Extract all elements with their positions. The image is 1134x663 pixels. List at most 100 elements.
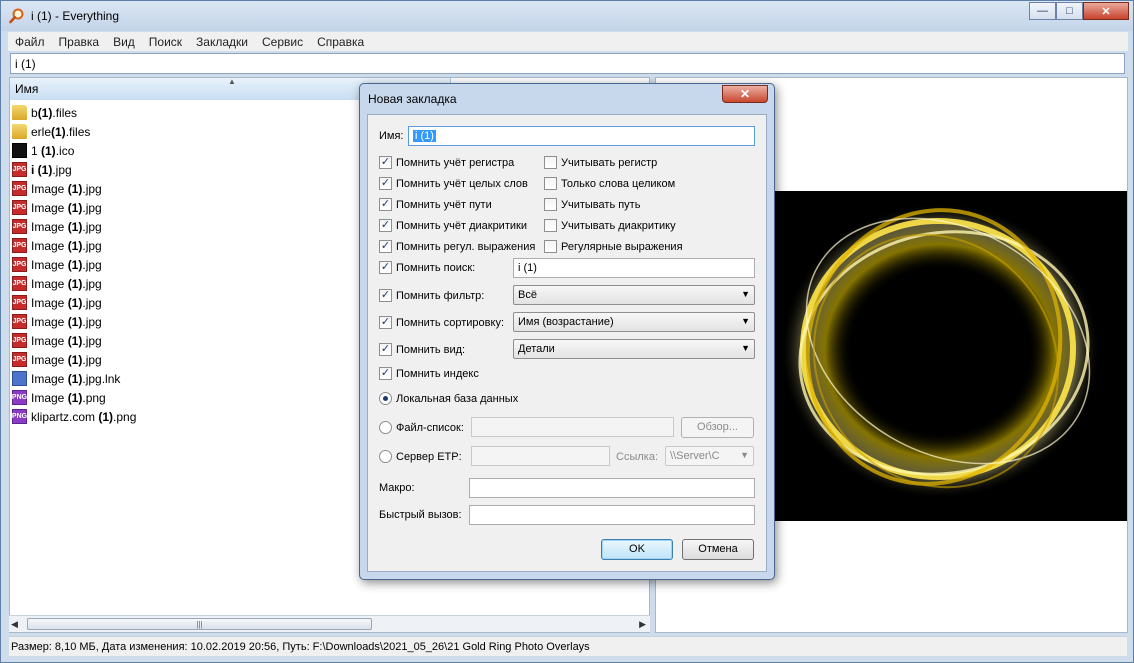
jpg-file-icon: JPG bbox=[12, 162, 27, 177]
checkmark-icon: ✓ bbox=[379, 289, 392, 302]
menu-tools[interactable]: Сервис bbox=[255, 35, 310, 49]
option-label: Помнить учёт целых слов bbox=[396, 177, 528, 190]
checkmark-icon: ✓ bbox=[379, 240, 392, 253]
file-name: i (1).jpg bbox=[31, 162, 72, 177]
file-list-input[interactable] bbox=[471, 417, 674, 437]
shortcut-file-icon bbox=[12, 371, 27, 386]
file-name: Image (1).jpg.lnk bbox=[31, 371, 121, 386]
search-option-checkbox[interactable]: Учитывать диакритику bbox=[544, 219, 676, 232]
dialog-close-button[interactable]: ✕ bbox=[722, 85, 768, 103]
minimize-button[interactable]: — bbox=[1029, 2, 1056, 20]
sort-select[interactable]: Имя (возрастание) ▼ bbox=[513, 312, 755, 332]
remember-option-checkbox[interactable]: ✓ Помнить учёт пути bbox=[379, 198, 492, 211]
option-label: Учитывать регистр bbox=[561, 156, 658, 169]
ok-button[interactable]: OK bbox=[601, 539, 673, 560]
view-select-value: Детали bbox=[518, 343, 555, 355]
search-input[interactable]: i (1) bbox=[10, 53, 1125, 74]
dialog-body: Имя: i (1) ✓ Помнить учёт регистра ✓ Помнит… bbox=[367, 114, 767, 572]
cancel-button[interactable]: Отмена bbox=[682, 539, 754, 560]
png-file-icon: PNG bbox=[12, 409, 27, 424]
chevron-down-icon: ▼ bbox=[741, 343, 750, 353]
window-title: i (1) - Everything bbox=[31, 9, 120, 23]
remember-filter-label: Помнить фильтр: bbox=[396, 289, 485, 302]
jpg-file-icon: JPG bbox=[12, 333, 27, 348]
search-option-checkbox[interactable]: Учитывать путь bbox=[544, 198, 640, 211]
macro-label: Макро: bbox=[379, 482, 415, 494]
jpg-file-icon: JPG bbox=[12, 295, 27, 310]
local-database-radio[interactable]: Локальная база данных bbox=[379, 392, 518, 405]
file-name: Image (1).jpg bbox=[31, 314, 102, 329]
png-file-icon: PNG bbox=[12, 390, 27, 405]
remember-option-checkbox[interactable]: ✓ Помнить учёт диакритики bbox=[379, 219, 527, 232]
jpg-file-icon: JPG bbox=[12, 238, 27, 253]
menu-search[interactable]: Поиск bbox=[142, 35, 189, 49]
remember-index-checkbox[interactable]: ✓ Помнить индекс bbox=[379, 367, 479, 380]
status-bar: Размер: 8,10 МБ, Дата изменения: 10.02.2… bbox=[9, 636, 1127, 656]
option-label: Помнить учёт регистра bbox=[396, 156, 515, 169]
option-label: Помнить учёт диакритики bbox=[396, 219, 527, 232]
remember-filter-checkbox[interactable]: ✓ Помнить фильтр: bbox=[379, 289, 484, 302]
horizontal-scrollbar[interactable]: ◀ ||| ▶ bbox=[9, 615, 650, 632]
remember-search-checkbox[interactable]: ✓ Помнить поиск: bbox=[379, 261, 475, 274]
browse-button[interactable]: Обзор... bbox=[681, 417, 754, 438]
checkmark-icon: ✓ bbox=[379, 177, 392, 190]
file-name: Image (1).jpg bbox=[31, 257, 102, 272]
checkmark-icon: ✓ bbox=[379, 343, 392, 356]
remember-index-label: Помнить индекс bbox=[396, 367, 479, 380]
search-option-checkbox[interactable]: Только слова целиком bbox=[544, 177, 675, 190]
local-database-label: Локальная база данных bbox=[396, 392, 519, 405]
close-button[interactable]: ✕ bbox=[1083, 2, 1129, 20]
option-label: Учитывать путь bbox=[561, 198, 641, 211]
bookmark-name-input[interactable]: i (1) bbox=[408, 126, 755, 146]
checkbox-empty-icon bbox=[544, 198, 557, 211]
search-option-checkbox[interactable]: Регулярные выражения bbox=[544, 240, 683, 253]
option-label: Регулярные выражения bbox=[561, 240, 683, 253]
view-select[interactable]: Детали ▼ bbox=[513, 339, 755, 359]
file-name: b(1).files bbox=[31, 105, 78, 120]
jpg-file-icon: JPG bbox=[12, 314, 27, 329]
ftp-server-label: Сервер ETP: bbox=[396, 450, 462, 463]
search-option-checkbox[interactable]: Учитывать регистр bbox=[544, 156, 657, 169]
menu-view[interactable]: Вид bbox=[106, 35, 142, 49]
remember-option-checkbox[interactable]: ✓ Помнить учёт регистра bbox=[379, 156, 514, 169]
option-label: Помнить регул. выражения bbox=[396, 240, 536, 253]
file-list-radio[interactable]: Файл-список: bbox=[379, 421, 464, 434]
file-list-label: Файл-список: bbox=[396, 421, 464, 434]
menu-edit[interactable]: Правка bbox=[52, 35, 107, 49]
checkmark-icon: ✓ bbox=[379, 156, 392, 169]
maximize-button[interactable]: □ bbox=[1056, 2, 1083, 20]
remember-option-checkbox[interactable]: ✓ Помнить регул. выражения bbox=[379, 240, 535, 253]
search-magnifier-icon bbox=[9, 8, 24, 24]
new-bookmark-dialog: Новая закладка ✕ Имя: i (1) ✓ Помнить учё… bbox=[359, 83, 775, 580]
name-label: Имя: bbox=[379, 130, 404, 142]
remember-sort-checkbox[interactable]: ✓ Помнить сортировку: bbox=[379, 316, 504, 329]
file-name: 1 (1).ico bbox=[31, 143, 75, 158]
scrollbar-thumb[interactable]: ||| bbox=[27, 618, 372, 630]
preview-image bbox=[768, 191, 1127, 521]
dialog-title: Новая закладка bbox=[368, 92, 457, 106]
filter-select[interactable]: Всё ▼ bbox=[513, 285, 755, 305]
checkbox-empty-icon bbox=[544, 219, 557, 232]
checkmark-icon: ✓ bbox=[379, 316, 392, 329]
menu-help[interactable]: Справка bbox=[310, 35, 371, 49]
scroll-right-icon[interactable]: ▶ bbox=[639, 619, 646, 630]
remember-option-checkbox[interactable]: ✓ Помнить учёт целых слов bbox=[379, 177, 528, 190]
ftp-server-input[interactable] bbox=[471, 446, 610, 466]
option-label: Учитывать диакритику bbox=[561, 219, 676, 232]
link-select-value: \\Server\C bbox=[670, 450, 720, 462]
bookmark-name-value: i (1) bbox=[413, 130, 436, 142]
radio-selected-icon bbox=[379, 392, 392, 405]
remember-search-input[interactable]: i (1) bbox=[513, 258, 755, 278]
menu-file[interactable]: Файл bbox=[8, 35, 52, 49]
ftp-server-radio[interactable]: Сервер ETP: bbox=[379, 450, 462, 463]
menu-bookmarks[interactable]: Закладки bbox=[189, 35, 255, 49]
remember-sort-label: Помнить сортировку: bbox=[396, 316, 505, 329]
remember-view-checkbox[interactable]: ✓ Помнить вид: bbox=[379, 343, 465, 356]
folder-icon bbox=[12, 105, 27, 120]
scroll-left-icon[interactable]: ◀ bbox=[11, 619, 18, 630]
macro-input[interactable] bbox=[469, 478, 755, 498]
title-bar[interactable]: i (1) - Everything — □ ✕ bbox=[1, 1, 1133, 31]
checkbox-empty-icon bbox=[544, 177, 557, 190]
hotkey-input[interactable] bbox=[469, 505, 755, 525]
link-select[interactable]: \\Server\C ▼ bbox=[665, 446, 754, 466]
